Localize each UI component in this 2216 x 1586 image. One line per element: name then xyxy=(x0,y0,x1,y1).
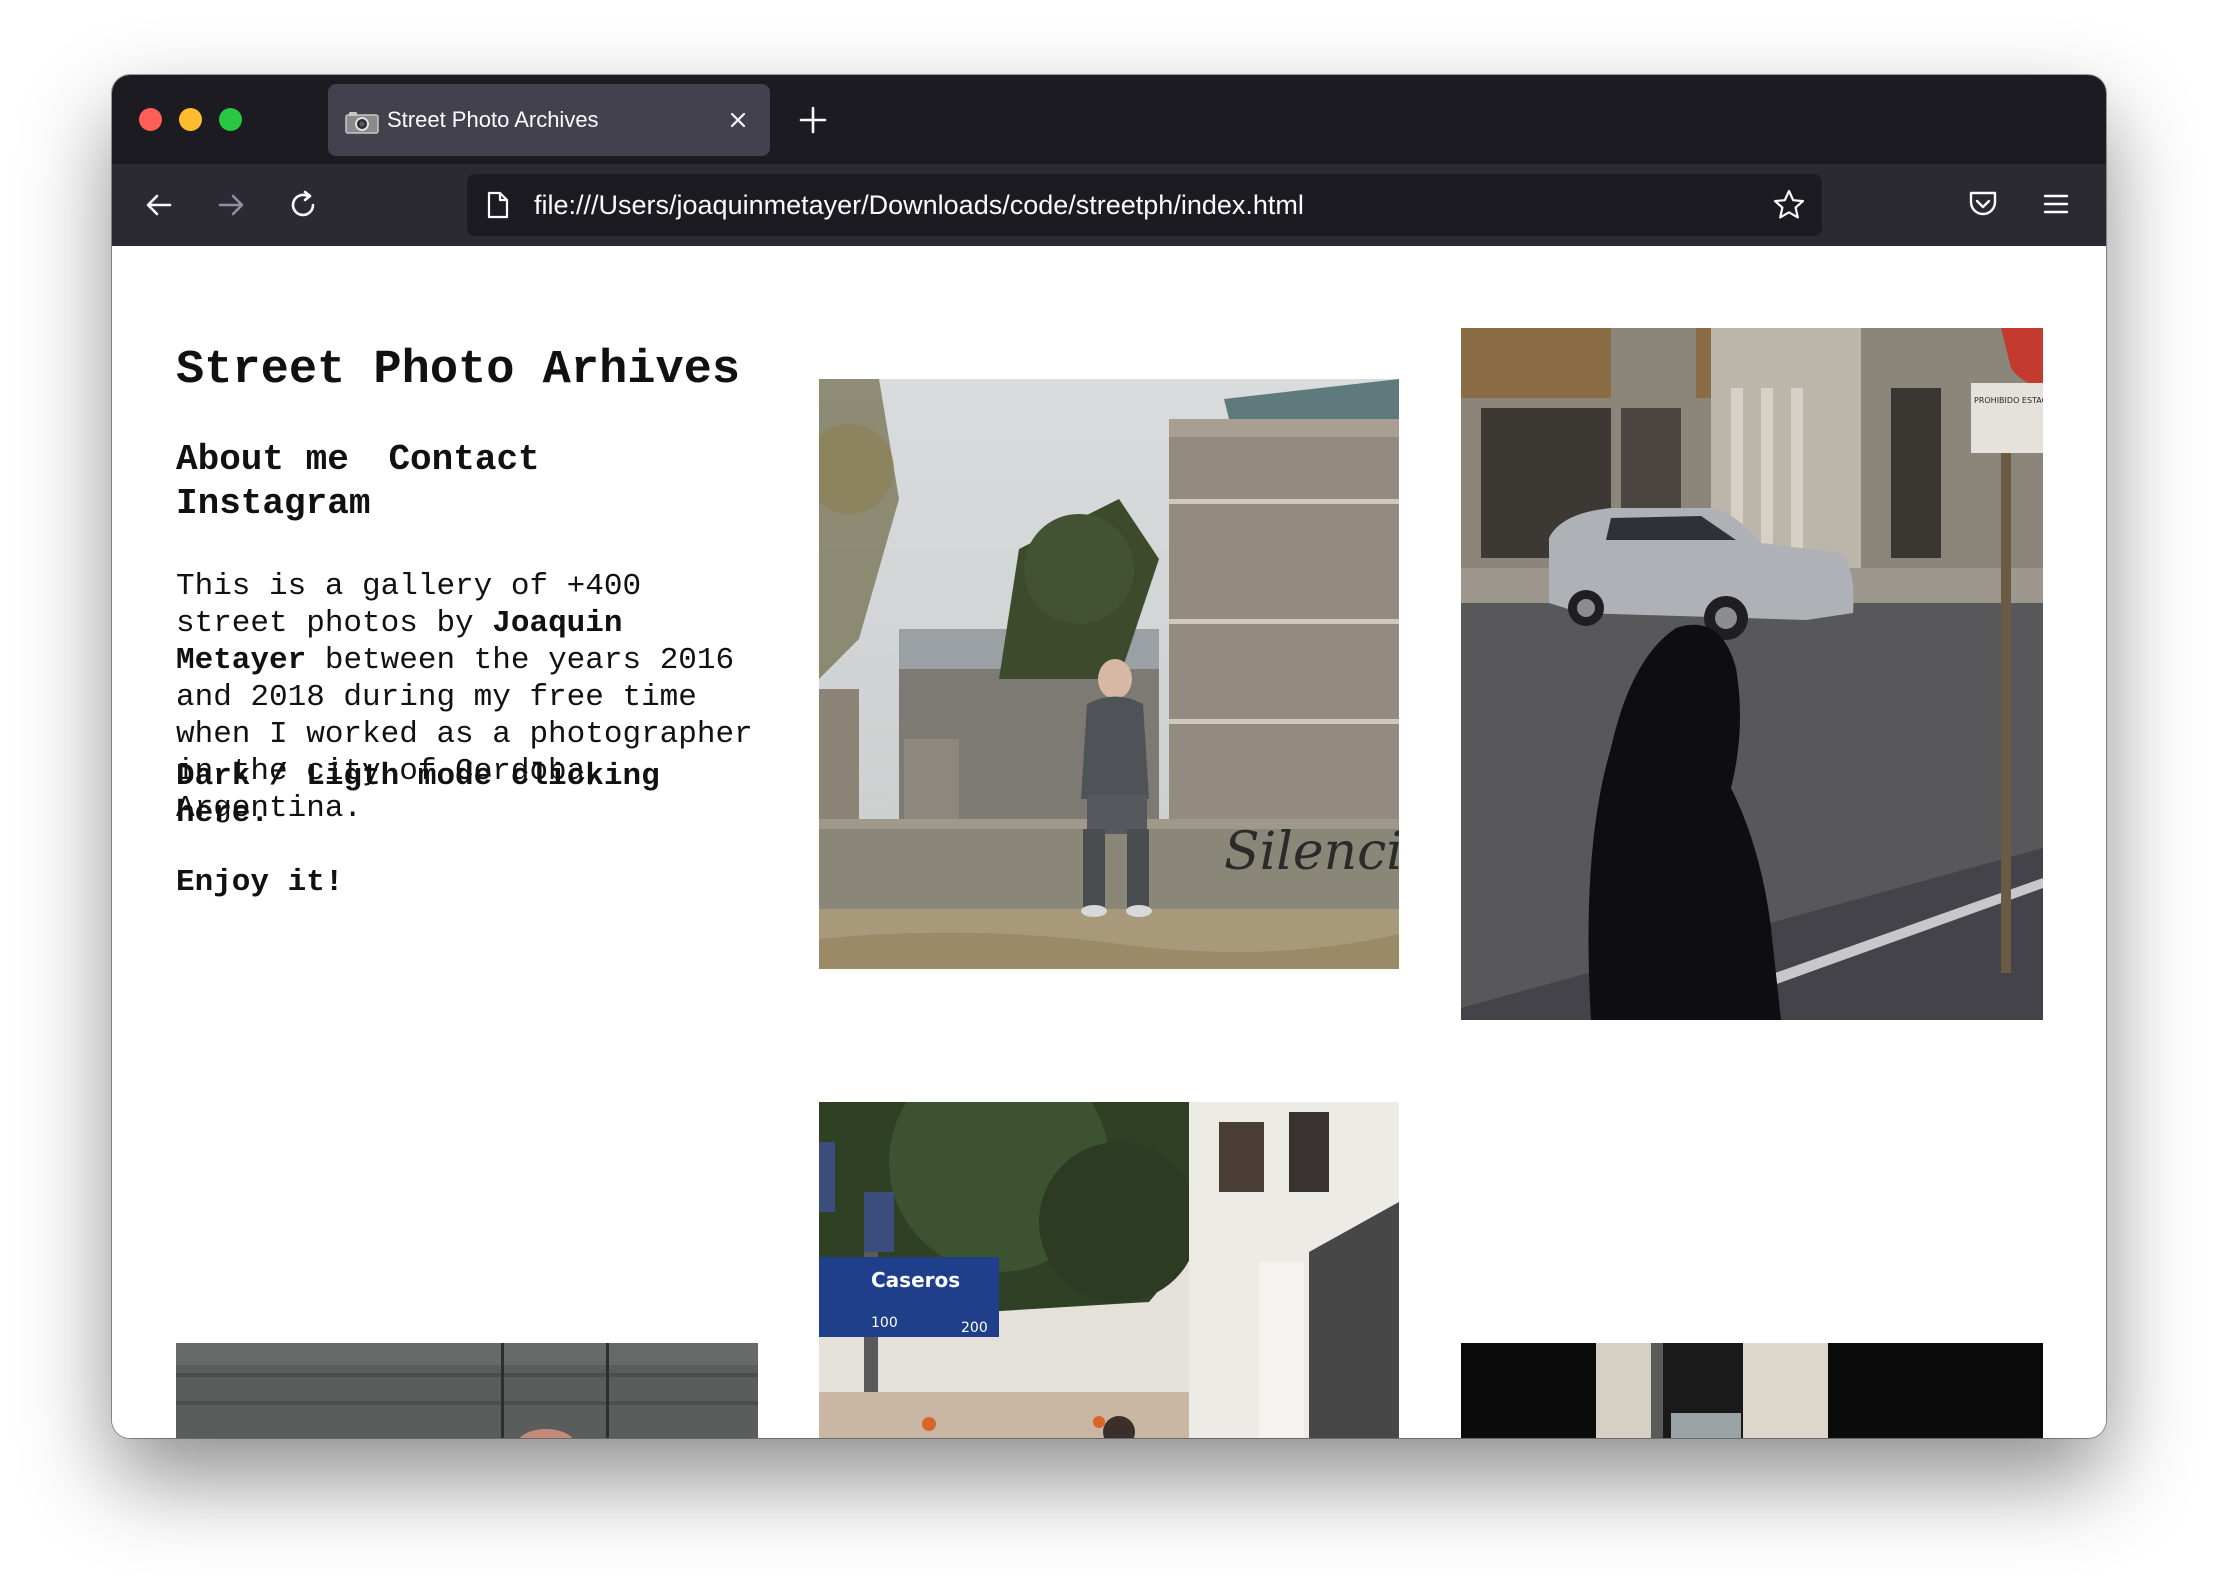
photo-wall-partial[interactable] xyxy=(176,1343,758,1438)
pocket-icon[interactable] xyxy=(1966,187,2000,221)
close-window-button[interactable] xyxy=(139,108,162,131)
zoom-window-button[interactable] xyxy=(219,108,242,131)
street-sign-number-2: 200 xyxy=(961,1320,988,1336)
star-icon[interactable] xyxy=(1772,188,1806,222)
photo-old-man-on-wall[interactable]: Silenci xyxy=(819,379,1399,969)
arrow-right-icon[interactable] xyxy=(214,188,248,222)
url-text[interactable]: file:///Users/joaquinmetayer/Downloads/c… xyxy=(534,174,1304,236)
photo-building-partial[interactable] xyxy=(1461,1343,2043,1438)
close-icon[interactable] xyxy=(724,106,752,134)
street-sign-number-1: 100 xyxy=(871,1315,898,1331)
plus-icon[interactable] xyxy=(798,105,828,135)
street-sign-name: Caseros xyxy=(871,1268,960,1292)
graffiti-text: Silenci xyxy=(1224,822,1399,882)
tab-title: Street Photo Archives xyxy=(387,107,599,132)
theme-toggle-label: Dark / Ligth mode clicking xyxy=(176,759,660,794)
page-content: Street Photo Arhives About me Contact In… xyxy=(112,246,2106,1438)
nav-instagram-link[interactable]: Instagram xyxy=(176,483,370,524)
title-bar: Street Photo Archives xyxy=(112,75,2106,164)
reload-icon[interactable] xyxy=(286,188,320,222)
page-icon xyxy=(487,191,509,219)
page-title: Street Photo Arhives xyxy=(176,344,741,397)
site-nav: About me Contact Instagram xyxy=(176,438,596,526)
hamburger-menu-icon[interactable] xyxy=(2039,187,2073,221)
nav-contact-link[interactable]: Contact xyxy=(388,439,539,480)
parking-sign-text: PROHIBIDO ESTACION xyxy=(1974,396,2043,405)
url-bar[interactable]: file:///Users/joaquinmetayer/Downloads/c… xyxy=(467,174,1822,236)
photo-street-sign[interactable]: Caseros 100 200 xyxy=(819,1102,1399,1438)
browser-window: Street Photo Archives file:///Users/joaq… xyxy=(112,75,2106,1438)
photo-car-silhouette[interactable]: PROHIBIDO ESTACION xyxy=(1461,328,2043,1020)
theme-toggle-text: Dark / Ligth mode clicking here. xyxy=(176,758,766,832)
tab-street-photo-archives[interactable]: Street Photo Archives xyxy=(328,84,770,156)
minimize-window-button[interactable] xyxy=(179,108,202,131)
arrow-left-icon[interactable] xyxy=(142,188,176,222)
theme-toggle-link[interactable]: here xyxy=(176,796,250,831)
nav-about-me-link[interactable]: About me xyxy=(176,439,349,480)
camera-icon xyxy=(345,112,379,134)
enjoy-text: Enjoy it! xyxy=(176,865,344,900)
navigation-toolbar: file:///Users/joaquinmetayer/Downloads/c… xyxy=(112,164,2106,246)
theme-toggle-period: . xyxy=(250,796,270,831)
